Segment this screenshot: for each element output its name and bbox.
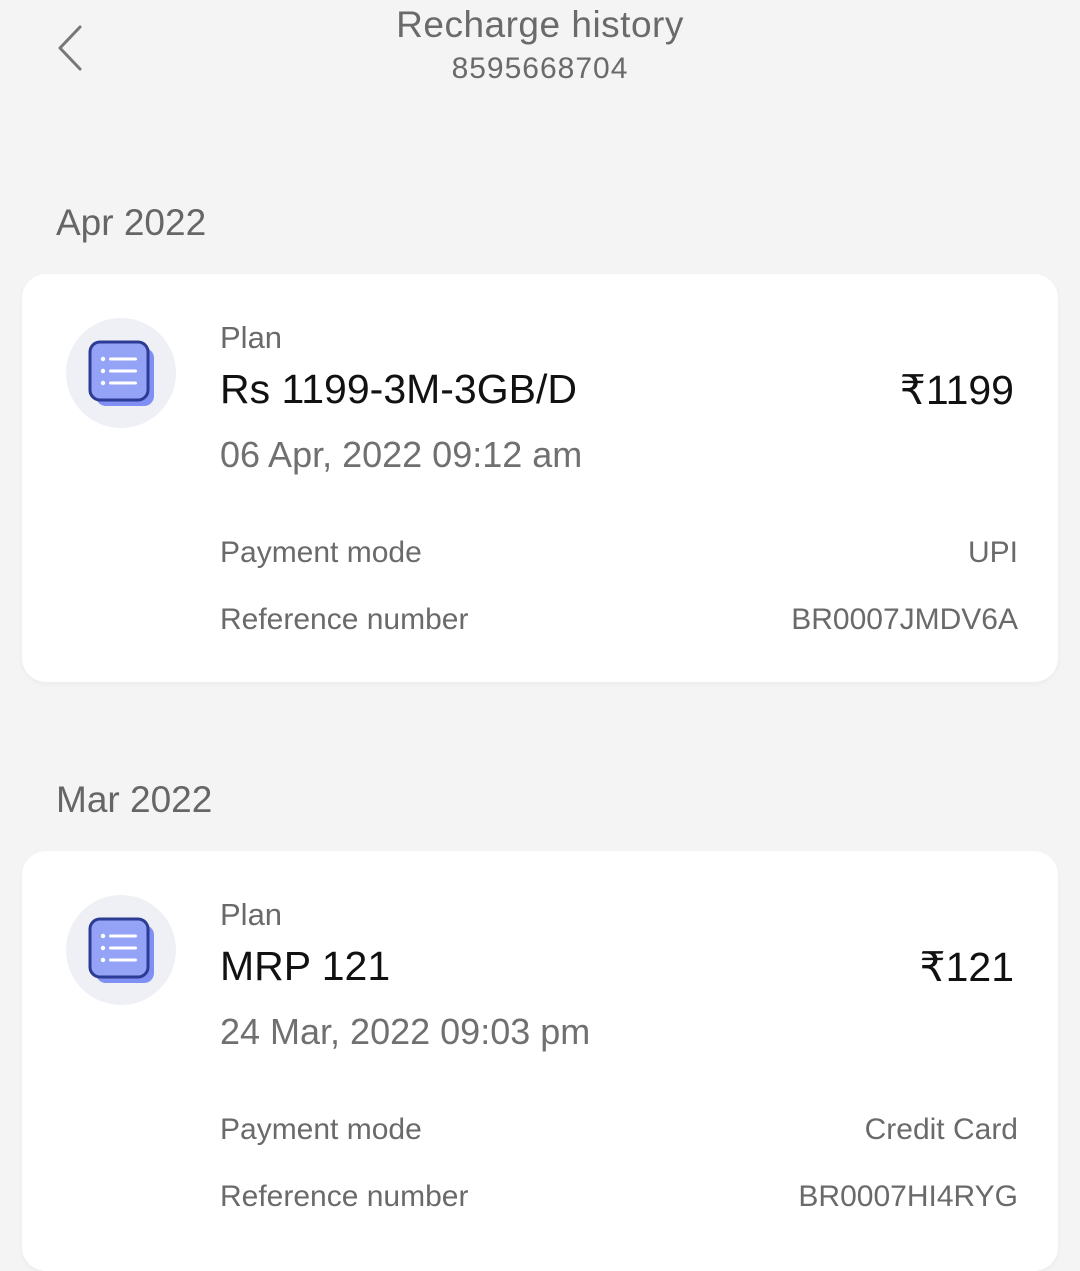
plan-caption: Plan — [220, 897, 283, 932]
plan-amount: ₹121 — [919, 944, 1015, 990]
page-title: Recharge history — [396, 4, 684, 45]
payment-mode-label: Payment mode — [220, 536, 422, 569]
reference-number-label: Reference number — [220, 1180, 469, 1213]
reference-number-value: BR0007HI4RYG — [798, 1180, 1018, 1213]
list-document-icon — [88, 917, 154, 983]
list-document-icon — [88, 340, 154, 406]
phone-number: 8595668704 — [451, 52, 629, 85]
reference-number-value: BR0007JMDV6A — [791, 603, 1018, 636]
reference-number-label: Reference number — [220, 603, 469, 636]
payment-mode-value: UPI — [967, 536, 1018, 569]
recharge-date: 24 Mar, 2022 09:03 pm — [220, 1011, 591, 1052]
plan-name: Rs 1199-3M-3GB/D — [220, 366, 577, 412]
payment-mode-label: Payment mode — [220, 1113, 422, 1146]
recharge-date: 06 Apr, 2022 09:12 am — [220, 434, 583, 475]
plan-icon-container — [66, 895, 176, 1005]
payment-mode-value: Credit Card — [864, 1113, 1018, 1146]
plan-amount: ₹1199 — [899, 367, 1014, 413]
month-heading-mar-2022: Mar 2022 — [56, 779, 213, 820]
recharge-card[interactable]: Plan MRP 121 ₹121 24 Mar, 2022 09:03 pm … — [22, 851, 1058, 1271]
month-heading-apr-2022: Apr 2022 — [56, 202, 207, 243]
plan-caption: Plan — [220, 320, 283, 355]
plan-name: MRP 121 — [220, 943, 391, 989]
recharge-card[interactable]: Plan Rs 1199-3M-3GB/D ₹1199 06 Apr, 2022… — [22, 274, 1058, 682]
plan-icon-container — [66, 318, 176, 428]
app-header: Recharge history 8595668704 — [0, 0, 1080, 110]
